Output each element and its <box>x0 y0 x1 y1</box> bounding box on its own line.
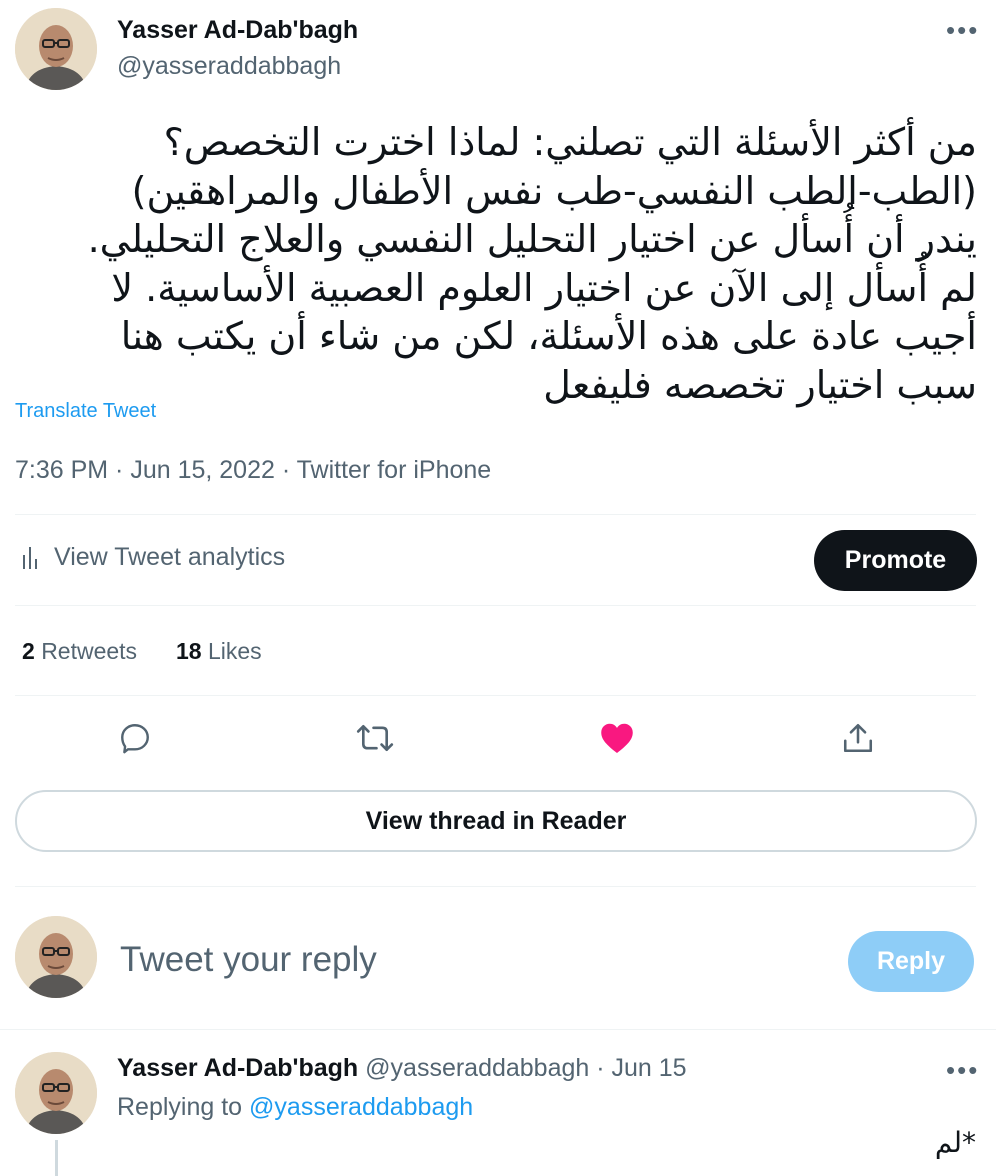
replying-to-line: Replying to @yasseraddabbagh <box>117 1093 473 1122</box>
reply-author-avatar[interactable] <box>15 1052 97 1134</box>
reply-input[interactable]: Tweet your reply <box>120 940 377 980</box>
reply-handle-date[interactable]: @yasseraddabbagh · Jun 15 <box>365 1054 686 1082</box>
divider <box>15 886 976 887</box>
likes-count: 18 <box>176 638 202 664</box>
reply-header: Yasser Ad-Dab'bagh @yasseraddabbagh · Ju… <box>117 1054 687 1083</box>
replying-prefix: Replying to <box>117 1093 243 1121</box>
share-upload-icon <box>843 723 873 753</box>
thread-connector-line <box>55 1140 58 1176</box>
tweet-text: من أكثر الأسئلة التي تصلني: لماذا اخترت … <box>87 120 977 407</box>
view-analytics-link[interactable]: View Tweet analytics <box>22 543 285 572</box>
divider <box>15 695 976 696</box>
retweet-button[interactable] <box>355 718 395 758</box>
translate-tweet-link[interactable]: Translate Tweet <box>15 400 156 423</box>
analytics-label: View Tweet analytics <box>54 543 286 571</box>
retweets-label: Retweets <box>41 638 138 664</box>
retweets-count: 2 <box>22 638 35 664</box>
author-name[interactable]: Yasser Ad-Dab'bagh <box>117 16 358 45</box>
more-options-icon[interactable]: ••• <box>946 17 979 43</box>
author-avatar[interactable] <box>15 8 97 90</box>
reply-text: *لم <box>934 1126 976 1159</box>
reply-more-options-icon[interactable]: ••• <box>946 1057 979 1083</box>
composer-avatar[interactable] <box>15 916 97 998</box>
divider <box>15 514 976 515</box>
replying-to-handle[interactable]: @yasseraddabbagh <box>249 1093 473 1121</box>
reply-submit-button[interactable]: Reply <box>848 931 974 992</box>
likes-label: Likes <box>207 638 262 664</box>
share-button[interactable] <box>838 718 878 758</box>
view-thread-reader-button[interactable]: View thread in Reader <box>15 790 977 852</box>
promote-button[interactable]: Promote <box>814 530 977 591</box>
author-handle[interactable]: @yasseraddabbagh <box>117 52 341 81</box>
reply-button[interactable] <box>115 718 155 758</box>
divider <box>0 1029 996 1030</box>
tweet-meta[interactable]: 7:36 PM · Jun 15, 2022 · Twitter for iPh… <box>15 456 491 485</box>
speech-bubble-icon <box>121 724 149 754</box>
retweet-arrows-icon <box>356 724 394 752</box>
like-button[interactable] <box>597 718 637 758</box>
retweets-stat[interactable]: 2 Retweets <box>22 638 137 665</box>
divider <box>15 605 976 606</box>
likes-stat[interactable]: 18 Likes <box>176 638 262 665</box>
reply-author-name[interactable]: Yasser Ad-Dab'bagh <box>117 1054 358 1082</box>
analytics-bars-icon <box>23 546 37 569</box>
heart-filled-icon <box>601 723 633 753</box>
